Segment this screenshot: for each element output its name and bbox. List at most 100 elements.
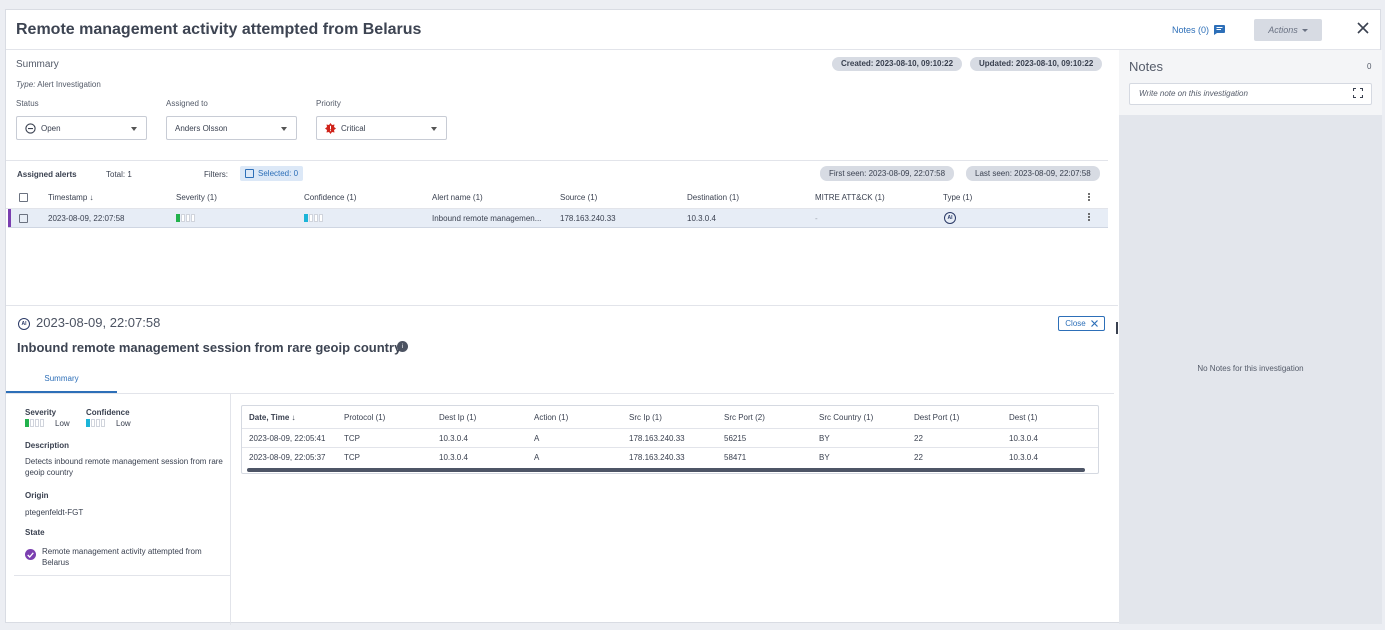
ev-cell: TCP: [344, 434, 360, 443]
ev-cell: A: [534, 453, 540, 462]
severity-label: Severity: [25, 408, 57, 417]
select-all-checkbox[interactable]: [19, 193, 28, 202]
tab-summary[interactable]: Summary: [6, 366, 117, 393]
ev-cell: 10.3.0.4: [439, 453, 468, 462]
status-select[interactable]: Open: [16, 116, 147, 140]
ev-cell: 10.3.0.4: [1009, 453, 1038, 462]
table-row[interactable]: 2023-08-09, 22:05:41 TCP 10.3.0.4 A 178.…: [242, 428, 1098, 447]
confidence-label: Confidence: [86, 408, 130, 417]
close-details-button[interactable]: Close: [1058, 316, 1105, 331]
ev-cell: 178.163.240.33: [629, 453, 685, 462]
arrow-down-icon: ↓: [291, 413, 296, 422]
expand-icon[interactable]: [1353, 88, 1363, 98]
row-selected-marker: [8, 209, 11, 227]
confidence-value: Low: [116, 419, 131, 428]
col-severity[interactable]: Severity (1): [176, 193, 217, 202]
notes-panel: Notes 0 Write note on this investigation…: [1119, 50, 1382, 624]
created-chip: Created: 2023-08-10, 09:10:22: [832, 57, 963, 71]
type-value: Alert Investigation: [37, 80, 101, 89]
severity-bar: [25, 419, 44, 427]
col-type[interactable]: Type (1): [943, 193, 972, 202]
ev-cell: 22: [914, 434, 923, 443]
critical-icon: [325, 122, 336, 134]
info-icon[interactable]: i: [397, 341, 408, 352]
col-alert-name[interactable]: Alert name (1): [432, 193, 483, 202]
ai-badge-icon: AI: [18, 318, 30, 330]
ev-cell: 56215: [724, 434, 747, 443]
close-icon[interactable]: [1356, 21, 1370, 35]
priority-select[interactable]: Critical: [316, 116, 447, 140]
confidence-bar: [304, 214, 323, 222]
ev-col-protocol[interactable]: Protocol (1): [344, 413, 385, 422]
col-mitre[interactable]: MITRE ATT&CK (1): [815, 193, 885, 202]
notes-title: Notes: [1129, 59, 1163, 74]
investigation-modal: Remote management activity attempted fro…: [5, 9, 1382, 625]
row-source: 178.163.240.33: [560, 214, 616, 223]
chevron-down-icon: [431, 127, 437, 131]
first-seen-chip: First seen: 2023-08-09, 22:07:58: [820, 166, 955, 181]
ev-col-datetime-label: Date, Time: [249, 413, 290, 422]
page-title: Remote management activity attempted fro…: [16, 21, 422, 38]
assigned-label: Assigned to: [166, 99, 208, 108]
ev-col-src-port[interactable]: Src Port (2): [724, 413, 765, 422]
ev-cell: TCP: [344, 453, 360, 462]
ev-col-dest-ip[interactable]: Dest Ip (1): [439, 413, 476, 422]
description-value: Detects inbound remote management sessio…: [25, 457, 223, 477]
row-destination: 10.3.0.4: [687, 214, 716, 223]
assigned-alerts-heading: Assigned alerts: [17, 170, 77, 179]
ev-cell: A: [534, 434, 540, 443]
actions-button[interactable]: Actions: [1254, 19, 1322, 41]
panel-resize-handle[interactable]: [1116, 322, 1118, 334]
ev-cell: BY: [819, 434, 830, 443]
ev-cell: 10.3.0.4: [439, 434, 468, 443]
comment-icon: [1214, 25, 1226, 35]
ev-col-dest-port[interactable]: Dest Port (1): [914, 413, 959, 422]
investigation-type: Type: Alert Investigation: [16, 80, 101, 89]
col-destination[interactable]: Destination (1): [687, 193, 739, 202]
col-timestamp[interactable]: Timestamp ↓: [48, 193, 94, 202]
ev-col-datetime[interactable]: Date, Time ↓: [249, 413, 296, 422]
row-menu-icon[interactable]: [1087, 213, 1091, 223]
title-bar: Remote management activity attempted fro…: [6, 10, 1380, 50]
selected-count: Selected: 0: [258, 169, 299, 178]
arrow-down-icon: ↓: [89, 193, 94, 202]
priority-value: Critical: [341, 123, 366, 133]
type-prefix: Type:: [16, 80, 36, 89]
ev-col-src-ip[interactable]: Src Ip (1): [629, 413, 662, 422]
col-confidence[interactable]: Confidence (1): [304, 193, 356, 202]
col-timestamp-label: Timestamp: [48, 193, 88, 202]
horizontal-scrollbar[interactable]: [247, 468, 1085, 472]
ev-col-src-country[interactable]: Src Country (1): [819, 413, 873, 422]
ev-cell: 2023-08-09, 22:05:41: [249, 434, 326, 443]
description-label: Description: [25, 441, 70, 450]
status-value: Open: [41, 123, 61, 133]
detail-title: Inbound remote management session from r…: [17, 340, 402, 355]
column-menu-icon[interactable]: [1087, 193, 1091, 203]
notes-label: Notes (0): [1172, 25, 1210, 35]
alert-summary-sidebar: Severity Low Confidence Low Description …: [14, 394, 231, 625]
selected-filter-chip[interactable]: Selected: 0: [240, 166, 304, 181]
ev-cell: 58471: [724, 453, 747, 462]
note-input[interactable]: Write note on this investigation: [1129, 83, 1372, 105]
row-alert-name: Inbound remote managemen...: [432, 214, 542, 223]
row-checkbox[interactable]: [19, 214, 28, 223]
status-label: Status: [16, 99, 39, 108]
checkbox-icon: [245, 169, 254, 178]
ev-cell: 178.163.240.33: [629, 434, 685, 443]
state-label: State: [25, 528, 45, 537]
table-row[interactable]: 2023-08-09, 22:07:58 Inbound remote mana…: [8, 209, 1108, 228]
filters-label: Filters:: [204, 170, 228, 179]
notes-toggle-button[interactable]: Notes (0): [1172, 25, 1226, 35]
chevron-down-icon: [131, 127, 137, 131]
ai-badge-icon: AI: [944, 212, 956, 224]
col-source[interactable]: Source (1): [560, 193, 597, 202]
ev-col-dest[interactable]: Dest (1): [1009, 413, 1037, 422]
assignee-select[interactable]: Anders Olsson: [166, 116, 297, 140]
actions-label: Actions: [1268, 25, 1298, 35]
table-row[interactable]: 2023-08-09, 22:05:37 TCP 10.3.0.4 A 178.…: [242, 447, 1098, 466]
ev-col-action[interactable]: Action (1): [534, 413, 568, 422]
ev-cell: BY: [819, 453, 830, 462]
origin-label: Origin: [25, 491, 49, 500]
chevron-down-icon: [281, 127, 287, 131]
notes-count: 0: [1367, 62, 1372, 71]
